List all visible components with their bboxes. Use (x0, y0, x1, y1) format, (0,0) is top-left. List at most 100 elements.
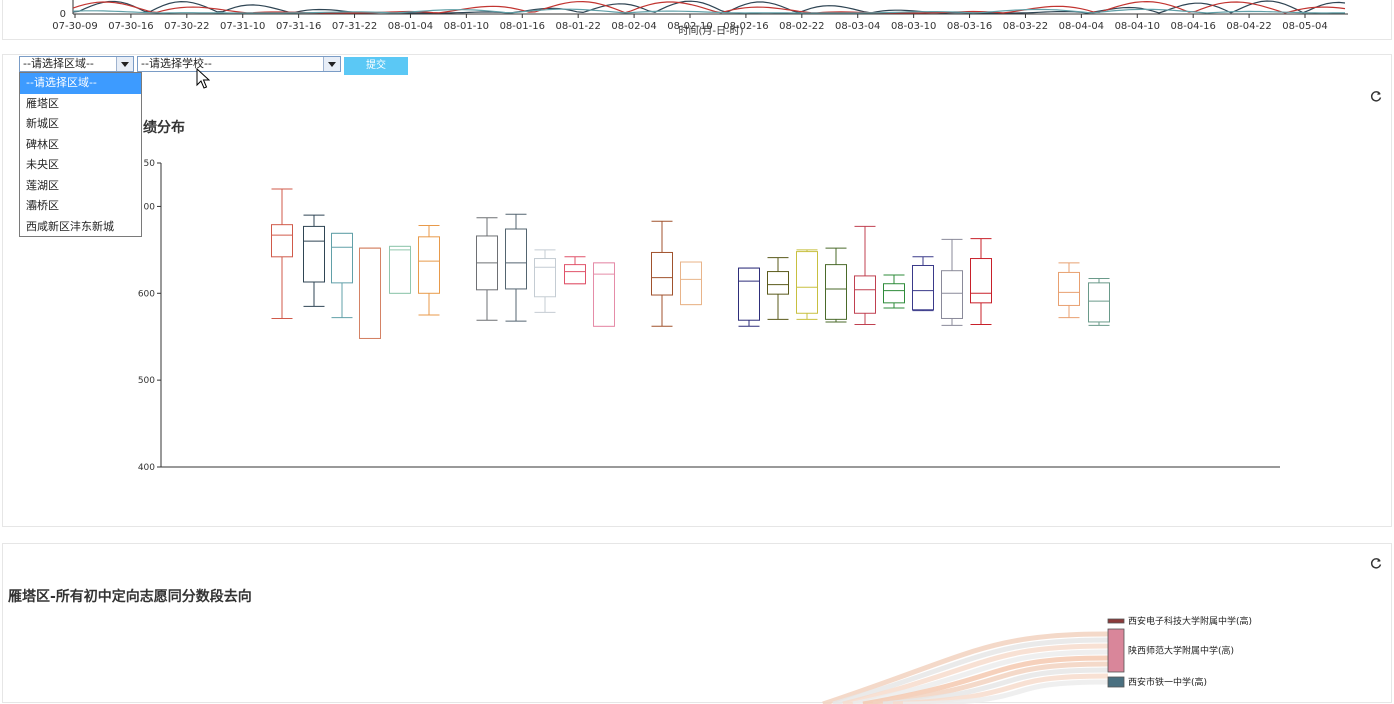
region-option[interactable]: 碑林区 (20, 135, 141, 156)
region-dropdown-list[interactable]: --请选择区域-- 雁塔区 新城区 碑林区 未央区 莲湖区 灞桥区 西咸新区沣东新城 (19, 72, 142, 237)
box-item (767, 257, 789, 320)
x-tick-label: 07-31-22 (332, 21, 377, 32)
region-option[interactable]: 灞桥区 (20, 196, 141, 217)
sankey-node (1107, 618, 1125, 624)
x-axis-label: 时间(月-日-时) (678, 24, 743, 37)
x-tick-label: 07-30-09 (52, 21, 97, 32)
x-tick-label: 08-05-04 (1282, 21, 1327, 32)
box-item (796, 249, 818, 320)
box-item (271, 188, 293, 319)
y-tick-label: 50 (144, 159, 156, 169)
box-item (1058, 262, 1080, 319)
series-line (72, 0, 1346, 14)
x-tick-label: 08-04-10 (1115, 21, 1160, 32)
box-body (1058, 271, 1080, 306)
x-tick-label: 07-30-16 (108, 21, 153, 32)
box-body (564, 264, 586, 285)
box-item (1088, 278, 1110, 326)
box-body (359, 247, 381, 339)
y-tick-label: 0 (60, 9, 66, 20)
submit-button[interactable]: 提交 (344, 57, 408, 75)
box-body (767, 271, 789, 295)
box-item (418, 225, 440, 316)
mouse-cursor-icon (196, 68, 210, 89)
region-select[interactable]: --请选择区域-- (19, 56, 134, 72)
box-item (303, 214, 325, 307)
region-option[interactable]: 西咸新区沣东新城 (20, 217, 141, 238)
box-item (389, 245, 411, 294)
x-tick-label: 08-04-16 (1170, 21, 1215, 32)
x-tick-label: 08-03-04 (835, 21, 880, 32)
x-tick-label: 08-03-16 (947, 21, 992, 32)
box-body (505, 228, 527, 290)
box-item (359, 247, 381, 339)
region-option[interactable]: --请选择区域-- (20, 73, 141, 94)
box-body (534, 258, 556, 298)
box-body (941, 270, 963, 319)
x-tick-label: 07-31-16 (276, 21, 321, 32)
region-select-value: --请选择区域-- (23, 57, 94, 70)
box-item (825, 247, 847, 323)
box-body (271, 224, 293, 258)
box-plot-chart: 400 500 600 00 50 (138, 159, 1280, 473)
box-body (738, 267, 760, 321)
box-body (854, 275, 876, 314)
x-tick-label: 08-01-04 (388, 21, 433, 32)
chevron-down-icon[interactable] (323, 57, 340, 71)
x-tick-label: 07-30-22 (164, 21, 209, 32)
x-tick-label: 08-01-16 (500, 21, 545, 32)
time-series-chart: 007-30-09 07-30-16 07-30-22 07-31-10 07-31-1… (52, 0, 1348, 37)
box-body (970, 258, 992, 304)
box-body (389, 245, 411, 294)
sankey-node-label: 西安电子科技大学附属中学(高) (1128, 615, 1252, 627)
chevron-down-icon[interactable] (116, 57, 133, 71)
x-tick-label: 08-04-22 (1226, 21, 1271, 32)
school-select[interactable]: --请选择学校-- (137, 56, 341, 72)
box-item (534, 249, 556, 313)
x-tick-label: 07-31-10 (220, 21, 265, 32)
region-option[interactable]: 莲湖区 (20, 176, 141, 197)
region-option[interactable]: 未央区 (20, 155, 141, 176)
box-item (476, 217, 498, 321)
sankey-node-label: 西安市铁一中学(高) (1128, 676, 1207, 688)
y-tick-label: 00 (144, 202, 156, 212)
box-item (912, 256, 934, 312)
y-tick-label: 400 (138, 463, 155, 473)
box-item (680, 261, 702, 306)
time-series-panel: 0 07-30-09 07-30-16 07-30-22 07-31-10 07-31-1… (2, 0, 1392, 40)
box-body (331, 232, 353, 284)
x-tick-label: 08-01-10 (444, 21, 489, 32)
x-tick-label: 08-02-04 (611, 21, 656, 32)
x-tick-label: 08-03-10 (891, 21, 936, 32)
box-item (941, 238, 963, 326)
sankey-node-label: 陕西师范大学附属中学(高) (1128, 645, 1234, 657)
sankey-panel: 雁塔区-所有初中定向志愿同分数段去向 西安电子科技大学附属中学(高) 陕西师范大学… (2, 543, 1392, 704)
box-body (796, 251, 818, 314)
box-item (970, 238, 992, 326)
box-body (418, 236, 440, 294)
box-body (883, 283, 905, 304)
sankey-node (1107, 628, 1125, 673)
box-item (883, 274, 905, 309)
y-tick-label: 500 (138, 376, 155, 386)
score-distribution-panel: 绩分布 400 500 600 00 50 (2, 54, 1392, 527)
box-body (303, 225, 325, 283)
sankey-chart: 西安电子科技大学附属中学(高) 陕西师范大学附属中学(高) 西安市铁一中学(高) (822, 615, 1252, 704)
x-tick-label: 08-04-04 (1059, 21, 1104, 32)
box-item (593, 262, 615, 327)
box-body (825, 264, 847, 320)
region-option[interactable]: 雁塔区 (20, 94, 141, 115)
x-tick-label: 08-01-22 (555, 21, 600, 32)
box-item (738, 267, 760, 327)
box-item (505, 213, 527, 322)
box-body (593, 262, 615, 327)
y-tick-label: 600 (138, 289, 155, 299)
box-item (651, 220, 673, 327)
x-tick-label: 08-03-22 (1003, 21, 1048, 32)
box-body (912, 264, 934, 311)
region-option[interactable]: 新城区 (20, 114, 141, 135)
box-body (680, 261, 702, 306)
box-body (651, 251, 673, 296)
box-body (1088, 282, 1110, 323)
box-item (331, 232, 353, 319)
